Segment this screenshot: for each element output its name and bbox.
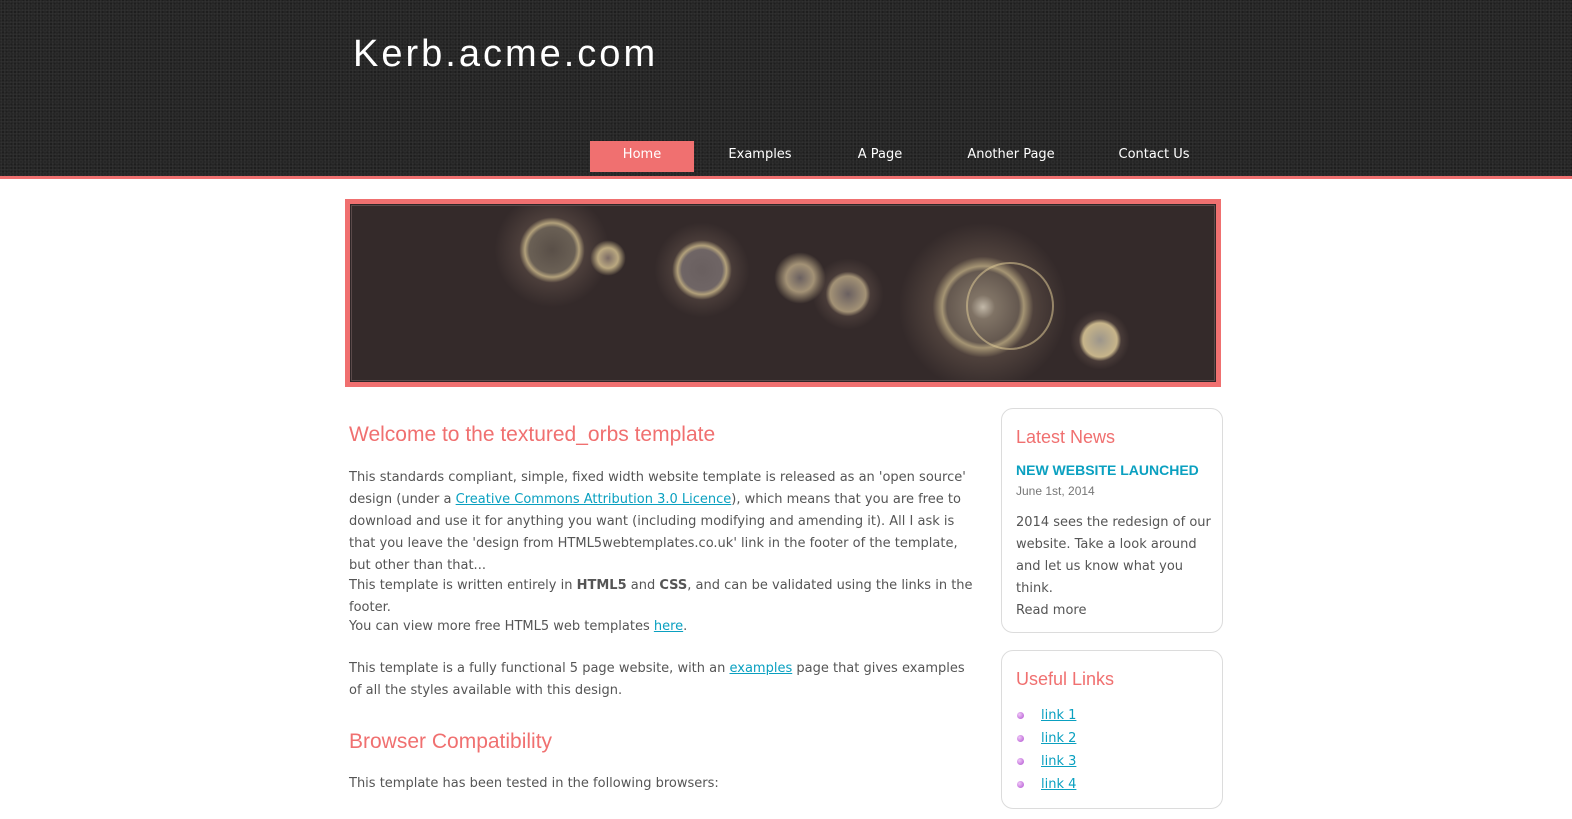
latest-news-heading: Latest News <box>1016 427 1116 447</box>
link-4[interactable]: link 4 <box>1041 777 1076 792</box>
templates-text: You can view more free HTML5 web templat… <box>349 619 654 634</box>
news-date: June 1st, 2014 <box>1016 484 1095 498</box>
html5-text-start: This template is written entirely in <box>349 578 577 593</box>
examples-link[interactable]: examples <box>730 661 793 676</box>
orb <box>590 240 626 276</box>
browser-compat-heading: Browser Compatibility <box>349 730 553 753</box>
licence-link[interactable]: Creative Commons Attribution 3.0 Licence <box>456 492 732 507</box>
orb <box>812 258 884 330</box>
useful-links-heading: Useful Links <box>1016 669 1115 689</box>
list-item: link 3 <box>1016 750 1076 773</box>
site-title[interactable]: Kerb.acme.com <box>353 30 658 78</box>
link-3[interactable]: link 3 <box>1041 754 1076 769</box>
browser-paragraph: This template has been tested in the fol… <box>349 776 719 791</box>
news-title: NEW WEBSITE LAUNCHED <box>1016 462 1199 478</box>
html5-text-mid: and <box>626 578 660 593</box>
read-more-link[interactable]: Read more <box>1016 603 1086 618</box>
welcome-heading: Welcome to the textured_orbs template <box>349 423 716 446</box>
examples-paragraph: This template is a fully functional 5 pa… <box>349 658 974 702</box>
site-header: Kerb.acme.com Home Examples A Page Anoth… <box>0 0 1572 179</box>
list-item: link 1 <box>1016 704 1076 727</box>
here-link[interactable]: here <box>654 619 683 634</box>
bullet-icon <box>1017 735 1024 742</box>
orbs-graphic <box>351 205 1215 381</box>
useful-links-box: Useful Links link 1 link 2 link 3 link 4 <box>1001 650 1223 809</box>
nav-home[interactable]: Home <box>590 141 694 172</box>
useful-links-list: link 1 link 2 link 3 link 4 <box>1016 704 1076 796</box>
html5-paragraph: This template is written entirely in HTM… <box>349 575 974 619</box>
link-1[interactable]: link 1 <box>1041 708 1076 723</box>
orb <box>1070 310 1130 370</box>
intro-paragraph: This standards compliant, simple, fixed … <box>349 467 974 577</box>
nav-contact-us[interactable]: Contact Us <box>1108 141 1200 172</box>
examples-text-start: This template is a fully functional 5 pa… <box>349 661 730 676</box>
html5-bold: HTML5 <box>576 578 627 593</box>
templates-paragraph: You can view more free HTML5 web templat… <box>349 616 974 638</box>
list-item: link 4 <box>1016 773 1076 796</box>
templates-text-end: . <box>683 619 688 634</box>
bullet-icon <box>1017 712 1024 719</box>
bullet-icon <box>1017 781 1024 788</box>
css-bold: CSS <box>659 578 688 593</box>
news-body: 2014 sees the redesign of our website. T… <box>1016 512 1211 622</box>
latest-news-box: Latest News NEW WEBSITE LAUNCHED June 1s… <box>1001 408 1223 633</box>
banner-image <box>345 199 1221 387</box>
bullet-icon <box>1017 758 1024 765</box>
link-2[interactable]: link 2 <box>1041 731 1076 746</box>
nav-examples[interactable]: Examples <box>713 141 807 172</box>
nav-a-page[interactable]: A Page <box>840 141 920 172</box>
news-text: 2014 sees the redesign of our website. T… <box>1016 515 1211 596</box>
nav-another-page[interactable]: Another Page <box>960 141 1062 172</box>
orb <box>654 222 750 318</box>
list-item: link 2 <box>1016 727 1076 750</box>
orb <box>966 262 1054 350</box>
